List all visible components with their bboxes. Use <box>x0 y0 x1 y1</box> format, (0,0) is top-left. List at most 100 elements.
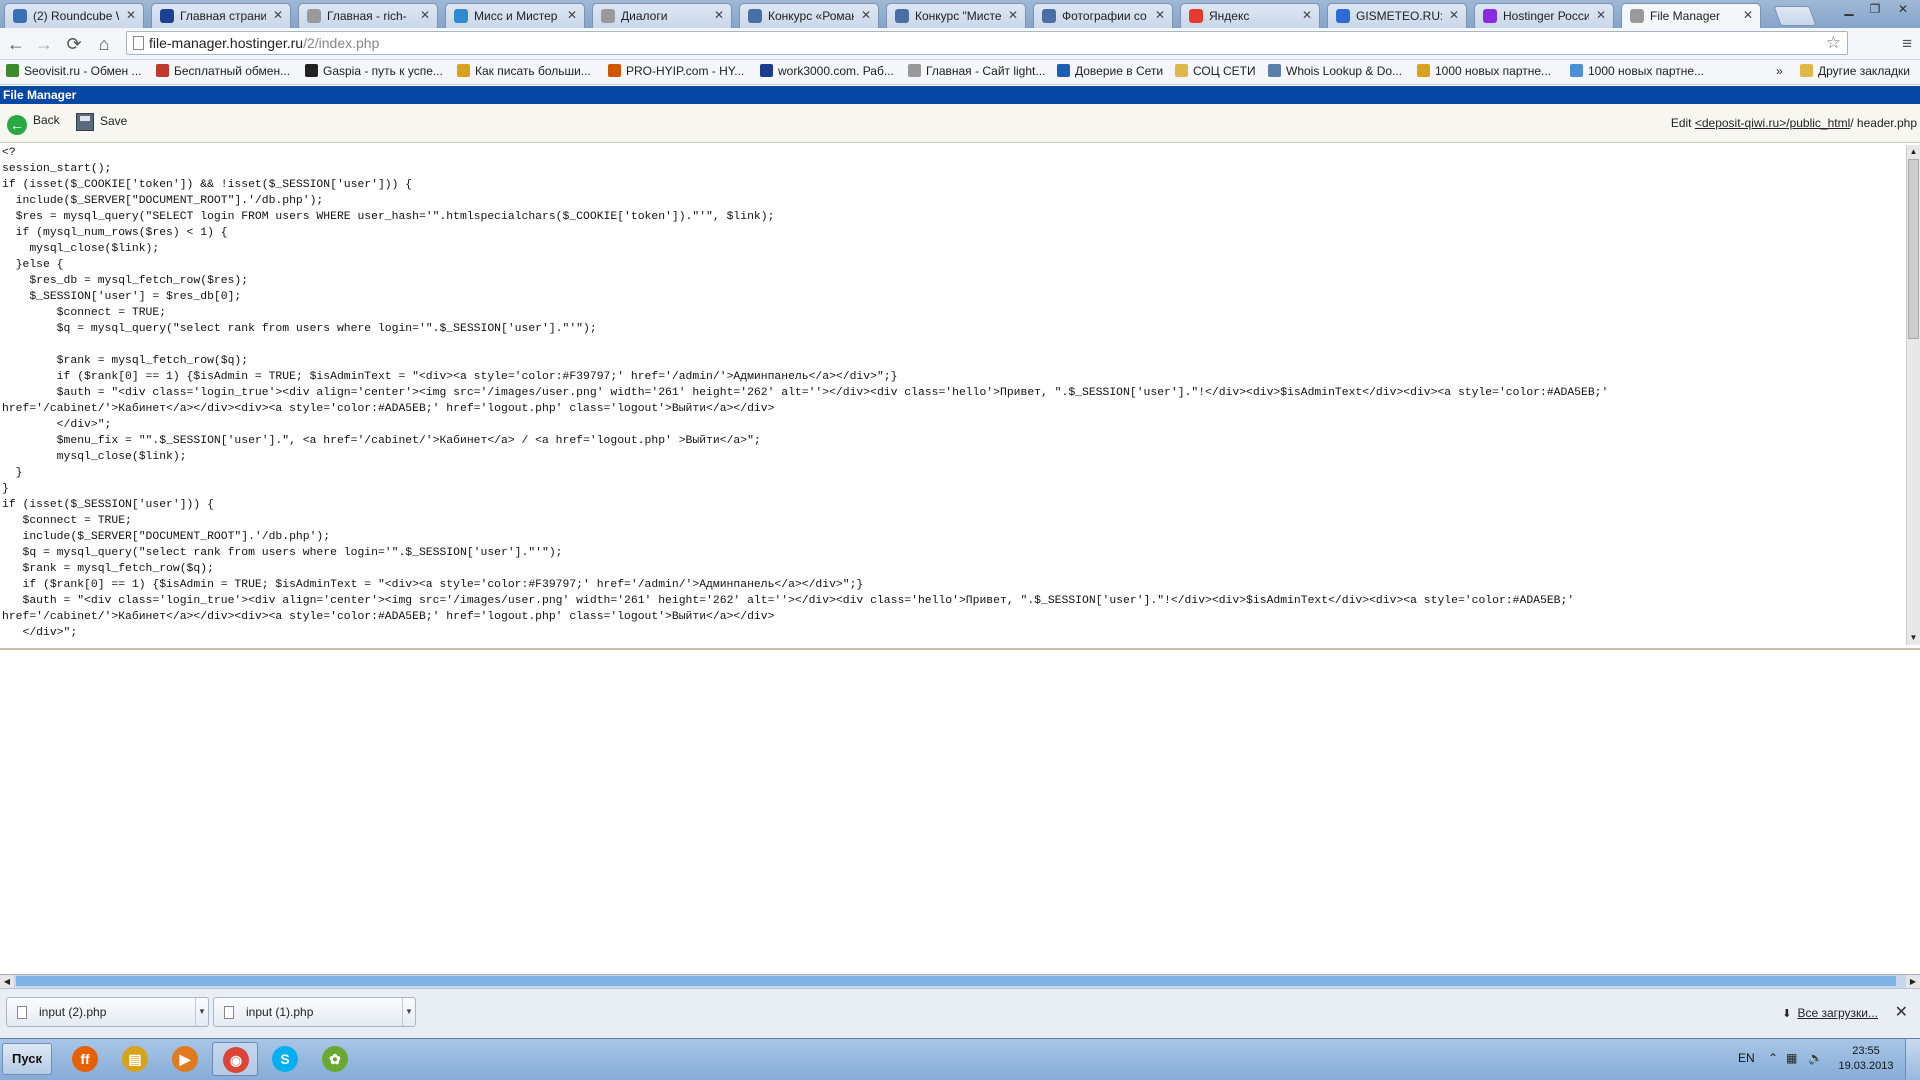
taskbar-app-firefox[interactable]: ff <box>62 1042 108 1076</box>
tab-6[interactable]: Конкурс "Мисте ✕ <box>886 3 1026 28</box>
close-icon[interactable]: ✕ <box>861 8 871 22</box>
code-line: $res = mysql_query("SELECT login FROM us… <box>2 211 775 223</box>
scroll-up-arrow-icon[interactable]: ▲ <box>1907 145 1920 159</box>
download-item[interactable]: input (1).php ▼ <box>213 997 416 1027</box>
taskbar-app-explorer[interactable]: ▤ <box>112 1042 158 1076</box>
skype-icon: S <box>272 1046 298 1072</box>
scroll-right-arrow-icon[interactable]: ▶ <box>1906 975 1920 988</box>
bookmark-favicon-icon <box>1175 64 1188 77</box>
close-icon[interactable]: ✕ <box>126 8 136 22</box>
edit-path-folder-link[interactable]: /public_html <box>1786 116 1850 130</box>
tab-7[interactable]: Фотографии со ✕ <box>1033 3 1173 28</box>
vk-icon <box>1042 9 1056 23</box>
volume-icon[interactable]: 🔈 <box>1808 1051 1823 1065</box>
taskbar-app-skype[interactable]: S <box>262 1042 308 1076</box>
restore-button[interactable]: ❐ <box>1862 0 1888 19</box>
bookmarks-overflow-button[interactable]: » <box>1776 64 1783 78</box>
tab-4[interactable]: Диалоги ✕ <box>592 3 732 28</box>
new-tab-button[interactable] <box>1773 6 1817 26</box>
bookmark-star-icon[interactable]: ☆ <box>1826 33 1841 53</box>
all-downloads-link[interactable]: ⬇ Все загрузки... <box>1782 1006 1878 1020</box>
bookmark-item[interactable]: work3000.com. Раб... <box>760 64 894 78</box>
bookmark-item[interactable]: Seovisit.ru - Обмен ... <box>6 64 142 78</box>
bookmark-item[interactable]: Бесплатный обмен... <box>156 64 290 78</box>
site-icon <box>454 9 468 23</box>
tab-2[interactable]: Главная - rich- ✕ <box>298 3 438 28</box>
language-indicator[interactable]: EN <box>1738 1051 1755 1065</box>
minimize-button[interactable]: ▁ <box>1836 0 1862 19</box>
taskbar-app-media-player[interactable]: ▶ <box>162 1042 208 1076</box>
bookmark-item[interactable]: Как писать больши... <box>457 64 591 78</box>
bookmark-item[interactable]: СОЦ СЕТИ <box>1175 64 1256 78</box>
close-window-button[interactable]: ✕ <box>1890 0 1916 19</box>
download-filename: input (1).php <box>246 1005 314 1019</box>
edit-path-domain-link[interactable]: <deposit-qiwi.ru> <box>1695 116 1786 130</box>
tab-3[interactable]: Мисс и Мистер ✕ <box>445 3 585 28</box>
close-icon[interactable]: ✕ <box>567 8 577 22</box>
vk-icon <box>748 9 762 23</box>
close-icon[interactable]: ✕ <box>714 8 724 22</box>
bookmark-item[interactable]: Главная - Сайт light... <box>908 64 1045 78</box>
taskbar: Пуск EN ⌃ ▦ 🔈 23:55 19.03.2013 ff ▤ ▶ ◉ S ✿ <box>0 1038 1920 1080</box>
scroll-thumb[interactable] <box>16 976 1896 986</box>
taskbar-app-app[interactable]: ✿ <box>312 1042 358 1076</box>
tab-9[interactable]: GISMETEO.RU: П ✕ <box>1327 3 1467 28</box>
tab-0[interactable]: (2) Roundcube W ✕ <box>4 3 144 28</box>
close-icon[interactable]: ✕ <box>273 8 283 22</box>
tab-5[interactable]: Конкурс «Роман ✕ <box>739 3 879 28</box>
code-line: </div>"; <box>2 627 78 639</box>
code-line: $connect = TRUE; <box>2 515 132 527</box>
fm-back-button[interactable]: ← Back <box>7 113 60 135</box>
tab-10[interactable]: Hostinger Росси ✕ <box>1474 3 1614 28</box>
close-icon[interactable]: ✕ <box>1008 8 1018 22</box>
close-icon[interactable]: ✕ <box>1895 1002 1908 1022</box>
tab-8[interactable]: Яндекс ✕ <box>1180 3 1320 28</box>
scroll-thumb[interactable] <box>1908 159 1919 339</box>
scroll-left-arrow-icon[interactable]: ◀ <box>0 975 14 988</box>
forward-arrow-icon[interactable]: → <box>32 32 56 56</box>
code-line: } <box>2 467 23 479</box>
menu-icon[interactable]: ≡ <box>1902 34 1912 54</box>
tray-expand-icon[interactable]: ⌃ <box>1768 1051 1778 1065</box>
tab-1[interactable]: Главная страниц ✕ <box>151 3 291 28</box>
other-bookmarks-folder[interactable]: Другие закладки <box>1800 64 1910 78</box>
fm-save-button[interactable]: Save <box>76 113 127 131</box>
chevron-down-icon[interactable]: ▼ <box>195 998 208 1026</box>
bookmark-favicon-icon <box>908 64 921 77</box>
scroll-down-arrow-icon[interactable]: ▼ <box>1907 631 1920 645</box>
page-horizontal-scrollbar[interactable]: ◀ ▶ <box>0 974 1920 988</box>
back-arrow-icon[interactable]: ← <box>4 32 28 56</box>
address-bar[interactable]: file-manager.hostinger.ru/2/index.php ☆ <box>126 31 1848 55</box>
bookmark-item[interactable]: Доверие в Сети <box>1057 64 1163 78</box>
chevron-down-icon[interactable]: ▼ <box>402 998 415 1026</box>
download-item[interactable]: input (2).php ▼ <box>6 997 209 1027</box>
bookmark-item[interactable]: PRO-HYIP.com - HY... <box>608 64 744 78</box>
tab-label: Главная страниц <box>180 9 266 23</box>
bookmark-item[interactable]: 1000 новых партне... <box>1570 64 1704 78</box>
page-icon <box>1630 9 1644 23</box>
address-url: file-manager.hostinger.ru/2/index.php <box>149 35 380 51</box>
start-button[interactable]: Пуск <box>2 1043 52 1075</box>
tab-11[interactable]: File Manager ✕ <box>1621 3 1761 29</box>
home-icon[interactable]: ⌂ <box>92 32 116 56</box>
show-desktop-button[interactable] <box>1905 1039 1920 1080</box>
code-line: href='/cabinet/'>Кабинет</a></div><div><… <box>2 403 775 415</box>
close-icon[interactable]: ✕ <box>420 8 430 22</box>
reload-icon[interactable]: ⟳ <box>62 32 86 56</box>
close-icon[interactable]: ✕ <box>1596 8 1606 22</box>
close-icon[interactable]: ✕ <box>1302 8 1312 22</box>
bookmark-favicon-icon <box>608 64 621 77</box>
bookmark-item[interactable]: Gaspia - путь к успе... <box>305 64 443 78</box>
bookmark-item[interactable]: 1000 новых партне... <box>1417 64 1551 78</box>
close-icon[interactable]: ✕ <box>1155 8 1165 22</box>
code-editor[interactable]: <? session_start(); if (isset($_COOKIE['to… <box>2 145 1906 645</box>
editor-vertical-scrollbar[interactable]: ▲ ▼ <box>1906 145 1920 645</box>
app-icon: ✿ <box>322 1046 348 1072</box>
bookmark-item[interactable]: Whois Lookup & Do... <box>1268 64 1402 78</box>
tab-label: (2) Roundcube W <box>33 9 119 23</box>
close-icon[interactable]: ✕ <box>1449 8 1459 22</box>
taskbar-app-chrome[interactable]: ◉ <box>212 1042 258 1076</box>
network-icon[interactable]: ▦ <box>1786 1051 1797 1065</box>
close-icon[interactable]: ✕ <box>1743 8 1753 22</box>
clock[interactable]: 23:55 19.03.2013 <box>1836 1044 1896 1074</box>
